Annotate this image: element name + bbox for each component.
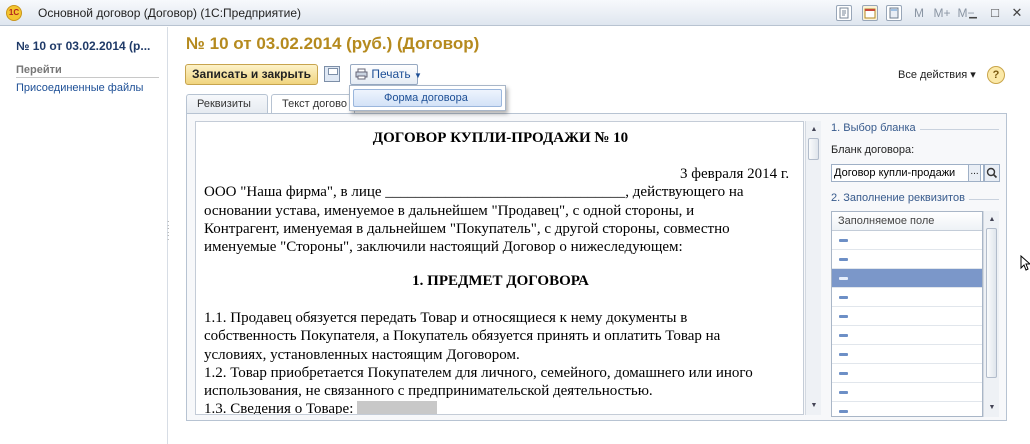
contract-heading: ДОГОВОР КУПЛИ-ПРОДАЖИ № 10: [372, 130, 629, 146]
contract-paragraph-line: Контрагент, именуемая в дальнейшем "Поку…: [204, 221, 730, 237]
contract-date: 3 февраля 2014 г.: [680, 166, 790, 182]
document-scroll-thumb[interactable]: [808, 138, 819, 160]
field-icon: [839, 277, 848, 280]
save-and-close-button[interactable]: Записать и закрыть: [185, 64, 318, 85]
1c-logo-icon[interactable]: 1С: [6, 5, 22, 21]
print-button-label: Печать: [371, 67, 411, 81]
navigation-panel: № 10 от 03.02.2014 (р... Перейти Присоед…: [0, 27, 168, 444]
template-input[interactable]: Договор купли-продажи: [831, 164, 984, 182]
grid-row[interactable]: [832, 402, 982, 416]
window-title: Основной договор (Договор) (1С:Предприят…: [38, 6, 301, 20]
field-icon: [839, 334, 848, 337]
contract-clause-line: 1.2. Товар приобретается Покупателем для…: [204, 365, 753, 381]
contract-clause-line: 1.1. Продавец обязуется передать Товар и…: [204, 310, 688, 326]
field-icon: [839, 391, 848, 394]
all-actions-menu[interactable]: Все действия ▾: [898, 68, 976, 81]
memory-plus-button[interactable]: M+: [932, 5, 952, 21]
navigation-document-title[interactable]: № 10 от 03.02.2014 (р...: [16, 39, 150, 53]
grid-row[interactable]: [832, 307, 982, 326]
group-divider: [969, 199, 999, 200]
section-heading: 1. ПРЕДМЕТ ДОГОВОРА: [412, 273, 589, 289]
grid-row[interactable]: [832, 288, 982, 307]
field-icon: [839, 296, 848, 299]
contract-paragraph-line: основании устава, именуемое в дальнейшем…: [204, 203, 695, 219]
template-field-label: Бланк договора:: [831, 144, 915, 156]
calculator-icon[interactable]: [886, 5, 902, 21]
navigation-section-label: Перейти: [16, 64, 159, 78]
grid-row-selected[interactable]: [832, 269, 982, 288]
grid-header-field[interactable]: Заполняемое поле: [832, 212, 982, 231]
search-icon[interactable]: [984, 164, 1000, 182]
maximize-button[interactable]: □: [986, 4, 1004, 22]
memory-button[interactable]: M: [912, 5, 926, 21]
page-title: № 10 от 03.02.2014 (руб.) (Договор): [186, 34, 480, 53]
goods-info-field: [357, 401, 438, 414]
field-icon: [839, 239, 848, 242]
field-icon: [839, 372, 848, 375]
print-dropdown-menu: Форма договора: [349, 85, 506, 111]
group-choose-template-caption: 1. Выбор бланка: [831, 122, 916, 134]
printer-icon: [355, 68, 368, 80]
scroll-up-icon[interactable]: ▲: [807, 123, 821, 137]
tab-requisites[interactable]: Реквизиты: [186, 94, 268, 114]
template-select-button[interactable]: ...: [968, 164, 981, 182]
contract-clause-line: условиях, установленных настоящим Догово…: [204, 347, 520, 363]
field-icon: [839, 258, 848, 261]
help-button[interactable]: ?: [987, 66, 1005, 84]
grid-row[interactable]: [832, 231, 982, 250]
field-icon: [839, 410, 848, 413]
scroll-up-icon[interactable]: ▲: [985, 213, 999, 227]
close-button[interactable]: ✕: [1008, 4, 1026, 22]
group-fill-requisites-caption: 2. Заполнение реквизитов: [831, 192, 965, 204]
grid-row[interactable]: [832, 383, 982, 402]
requisites-grid[interactable]: Заполняемое поле: [831, 211, 983, 417]
resize-cursor-icon: [1020, 254, 1030, 271]
grid-row[interactable]: [832, 250, 982, 269]
contract-clause-line: использования, не связанного с предприни…: [204, 383, 653, 399]
window-titlebar: 1С Основной договор (Договор) (1С:Предпр…: [0, 0, 1030, 26]
contract-paragraph-line: ООО "Наша фирма", в лице _______________…: [204, 184, 744, 200]
panel-splitter-handle[interactable]: :::: [167, 219, 171, 242]
group-divider: [920, 129, 999, 130]
chevron-down-icon: ▼: [414, 71, 422, 80]
goods-info-label: 1.3. Сведения о Товаре:: [204, 401, 358, 415]
contract-document-view[interactable]: ДОГОВОР КУПЛИ-ПРОДАЖИ № 10 3 февраля 201…: [195, 121, 804, 415]
field-icon: [839, 353, 848, 356]
grid-row[interactable]: [832, 364, 982, 383]
scroll-down-icon[interactable]: ▼: [807, 399, 821, 413]
grid-row[interactable]: [832, 326, 982, 345]
contract-paragraph-line: именуемые "Стороны", заключили настоящий…: [204, 239, 683, 255]
document-icon[interactable]: [836, 5, 852, 21]
menu-item-contract-form[interactable]: Форма договора: [353, 89, 502, 107]
contract-clause-line: 1.3. Сведения о Товаре:: [204, 400, 438, 415]
field-icon: [839, 315, 848, 318]
save-disk-icon[interactable]: [324, 66, 340, 82]
minimize-button[interactable]: ▁: [964, 5, 982, 23]
grid-scroll-thumb[interactable]: [986, 228, 997, 378]
contract-clause-line: собственность Покупателя, а Покупатель о…: [204, 328, 721, 344]
grid-row[interactable]: [832, 345, 982, 364]
scroll-down-icon[interactable]: ▼: [985, 401, 999, 415]
tab-contract-text[interactable]: Текст догово: [271, 94, 355, 114]
print-button[interactable]: Печать ▼: [350, 64, 422, 85]
grid-scrollbar[interactable]: ▲ ▼: [983, 211, 999, 417]
calendar-icon[interactable]: [862, 5, 878, 21]
document-scrollbar[interactable]: ▲ ▼: [805, 121, 821, 415]
attached-files-link[interactable]: Присоединенные файлы: [16, 82, 143, 94]
